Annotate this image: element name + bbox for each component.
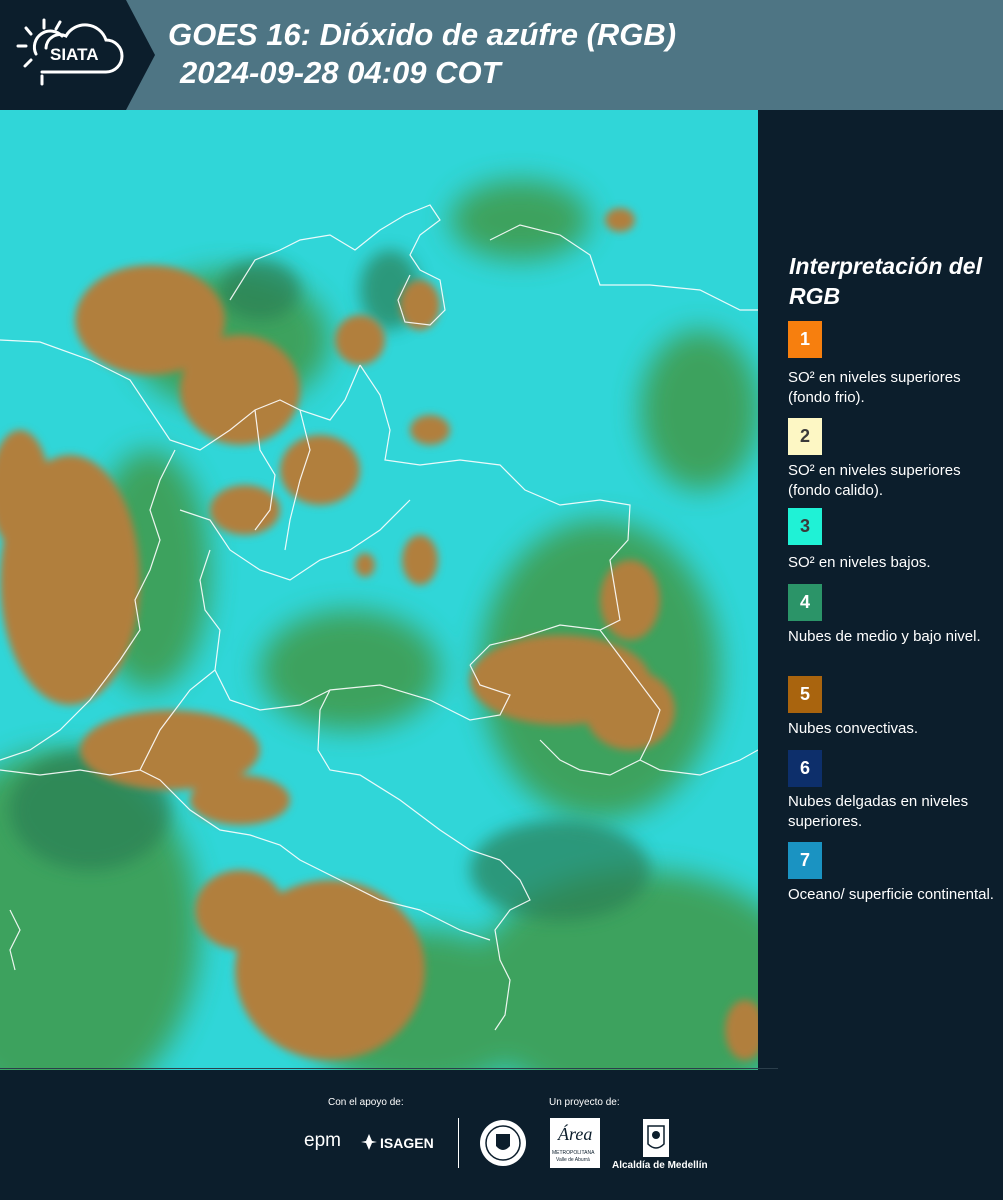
- page-timestamp: 2024-09-28 04:09 COT: [180, 55, 501, 90]
- legend-label-2: SO² en niveles superiores (fondo calido)…: [788, 462, 961, 499]
- legend-label-1: SO² en niveles superiores (fondo frio).: [788, 369, 961, 406]
- legend-label-5: Nubes convectivas.: [788, 720, 919, 737]
- support-label: Con el apoyo de:: [328, 1097, 404, 1108]
- isagen-logo: ISAGEN: [380, 1135, 434, 1151]
- siata-logo-icon: SIATA: [16, 18, 124, 86]
- legend-swatch-1: 1: [788, 321, 822, 358]
- logo-panel: SIATA: [0, 0, 155, 110]
- footer-separator: [458, 1118, 459, 1168]
- siata-logo-text: SIATA: [50, 45, 98, 64]
- legend-swatch-6: 6: [788, 750, 822, 787]
- legend-title: Interpretación del RGB: [789, 253, 982, 309]
- satellite-image: [0, 110, 758, 1070]
- legend-swatch-7: 7: [788, 842, 822, 879]
- medellin-seal-icon: [480, 1120, 526, 1166]
- footer-divider: [0, 1068, 778, 1069]
- epm-logo: epm: [304, 1130, 341, 1151]
- area-logo-text: Área: [558, 1124, 593, 1144]
- legend-label-3: SO² en niveles bajos.: [788, 554, 931, 571]
- legend-label-7: Oceano/ superficie continental.: [788, 886, 994, 903]
- legend-label-6: Nubes delgadas en niveles superiores.: [788, 793, 969, 830]
- legend-swatch-4: 4: [788, 584, 822, 621]
- area-metropolitana-logo: Área METROPOLITANA Valle de Aburrá: [550, 1118, 600, 1168]
- isagen-logo-icon: [361, 1134, 377, 1150]
- alcaldia-shield-icon: [643, 1119, 669, 1157]
- legend-swatch-5: 5: [788, 676, 822, 713]
- legend-label-4: Nubes de medio y bajo nivel.: [788, 628, 981, 645]
- satellite-map[interactable]: [0, 110, 758, 1070]
- header-bar: SIATA GOES 16: Dióxido de azúfre (RGB) 2…: [0, 0, 1003, 110]
- legend-swatch-2: 2: [788, 418, 822, 455]
- alcaldia-logo-text: Alcaldía de Medellín: [612, 1160, 708, 1171]
- area-logo-sub1: METROPOLITANA: [552, 1150, 595, 1156]
- page-title: GOES 16: Dióxido de azúfre (RGB): [168, 17, 677, 52]
- legend-swatch-3: 3: [788, 508, 822, 545]
- project-label: Un proyecto de:: [549, 1097, 620, 1108]
- area-logo-sub2: Valle de Aburrá: [556, 1157, 590, 1163]
